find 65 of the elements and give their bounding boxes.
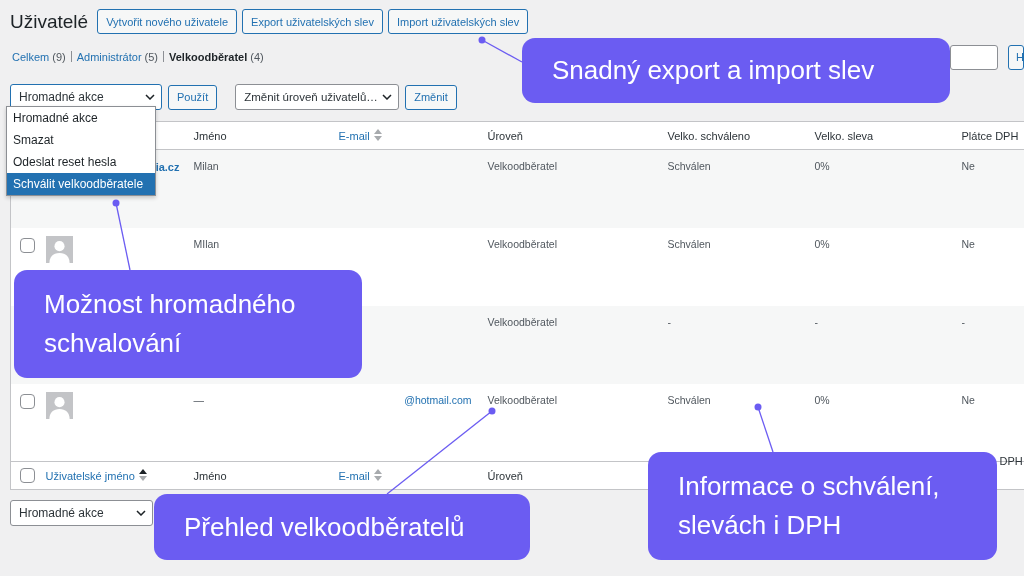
column-header: Jméno: [193, 129, 227, 142]
menu-option[interactable]: Odeslat reset hesla: [7, 151, 155, 173]
role-select[interactable]: Změnit úroveň uživatelů…: [235, 84, 400, 110]
header-button[interactable]: Export uživatelských slev: [242, 9, 383, 34]
email-link[interactable]: @hotmail.com: [404, 393, 472, 406]
filter-link[interactable]: Administrátor: [76, 50, 142, 63]
table-cell: 0%: [814, 237, 830, 250]
table-cell: -: [814, 315, 818, 328]
callout: Přehled velkoodběratelů: [154, 494, 530, 560]
change-button[interactable]: Změnit: [405, 84, 457, 110]
table-cell: Velkoodběratel: [487, 315, 557, 328]
table-cell: Ne: [961, 393, 975, 406]
filter-link[interactable]: Velkoodběratel: [169, 50, 248, 63]
apply-button[interactable]: Použít: [168, 84, 218, 110]
select-all-checkbox[interactable]: [20, 468, 35, 483]
row-checkbox[interactable]: [20, 237, 35, 253]
table-cell: 0%: [814, 160, 830, 172]
column-header: Úroveň: [487, 129, 523, 142]
page-title: Uživatelé: [10, 10, 89, 33]
column-header[interactable]: E-mail: [338, 470, 370, 482]
column-header: Plátce DPH: [961, 129, 1019, 142]
column-header[interactable]: Uživatelské jméno: [45, 470, 135, 482]
callout: Možnost hromadného schvalování: [14, 270, 362, 378]
header-button[interactable]: Import uživatelských slev: [387, 9, 529, 34]
name-cell: Milan: [193, 160, 219, 172]
filter-count: (5): [144, 50, 158, 63]
table-cell: 0%: [814, 393, 830, 406]
table-cell: Velkoodběratel: [487, 237, 557, 250]
table-cell: -: [961, 315, 965, 328]
column-header: Velko. schváleno: [667, 129, 751, 142]
filter-count: (4): [250, 50, 264, 63]
filter-count: (9): [52, 51, 66, 63]
chevron-icon: [145, 94, 155, 100]
column-header[interactable]: E-mail: [338, 130, 370, 142]
row-checkbox[interactable]: [20, 393, 35, 409]
name-cell: MIlan: [193, 237, 220, 250]
name-cell: —: [193, 393, 204, 406]
table-cell: Velkoodběratel: [487, 393, 557, 406]
filter-link[interactable]: Celkem: [12, 51, 50, 63]
table-cell: Schválen: [667, 237, 711, 250]
leader-line: [112, 199, 131, 271]
table-cell: Ne: [961, 160, 975, 172]
bulk-actions-select[interactable]: Hromadné akce: [10, 500, 153, 526]
table-cell: Ne: [961, 237, 975, 250]
table-cell: Velkoodběratel: [487, 160, 557, 172]
menu-option[interactable]: Hromadné akce: [7, 107, 155, 129]
menu-option[interactable]: Smazat: [7, 129, 155, 151]
column-header: Úroveň: [487, 469, 523, 482]
chevron-icon: [382, 94, 393, 100]
column-header: Jméno: [193, 469, 227, 482]
table-cell: -: [667, 315, 671, 328]
callout: Informace o schválení, slevách i DPH: [648, 452, 997, 560]
callout: Snadný export a import slev: [522, 38, 950, 103]
menu-option[interactable]: Schválit velkoodběratele: [7, 173, 155, 195]
leader-line: [754, 403, 774, 453]
search-button[interactable]: H: [1008, 44, 1024, 70]
table-cell: Schválen: [667, 160, 711, 172]
column-header: Velko. sleva: [814, 129, 874, 142]
username-link[interactable]: ia.cz: [155, 161, 180, 173]
column-header: DPH: [999, 455, 1023, 467]
leader-line: [478, 36, 523, 63]
search-field[interactable]: [950, 44, 998, 70]
header-button[interactable]: Vytvořit nového uživatele: [97, 9, 238, 34]
chevron-icon: [136, 510, 146, 516]
table-cell: Schválen: [667, 393, 711, 406]
